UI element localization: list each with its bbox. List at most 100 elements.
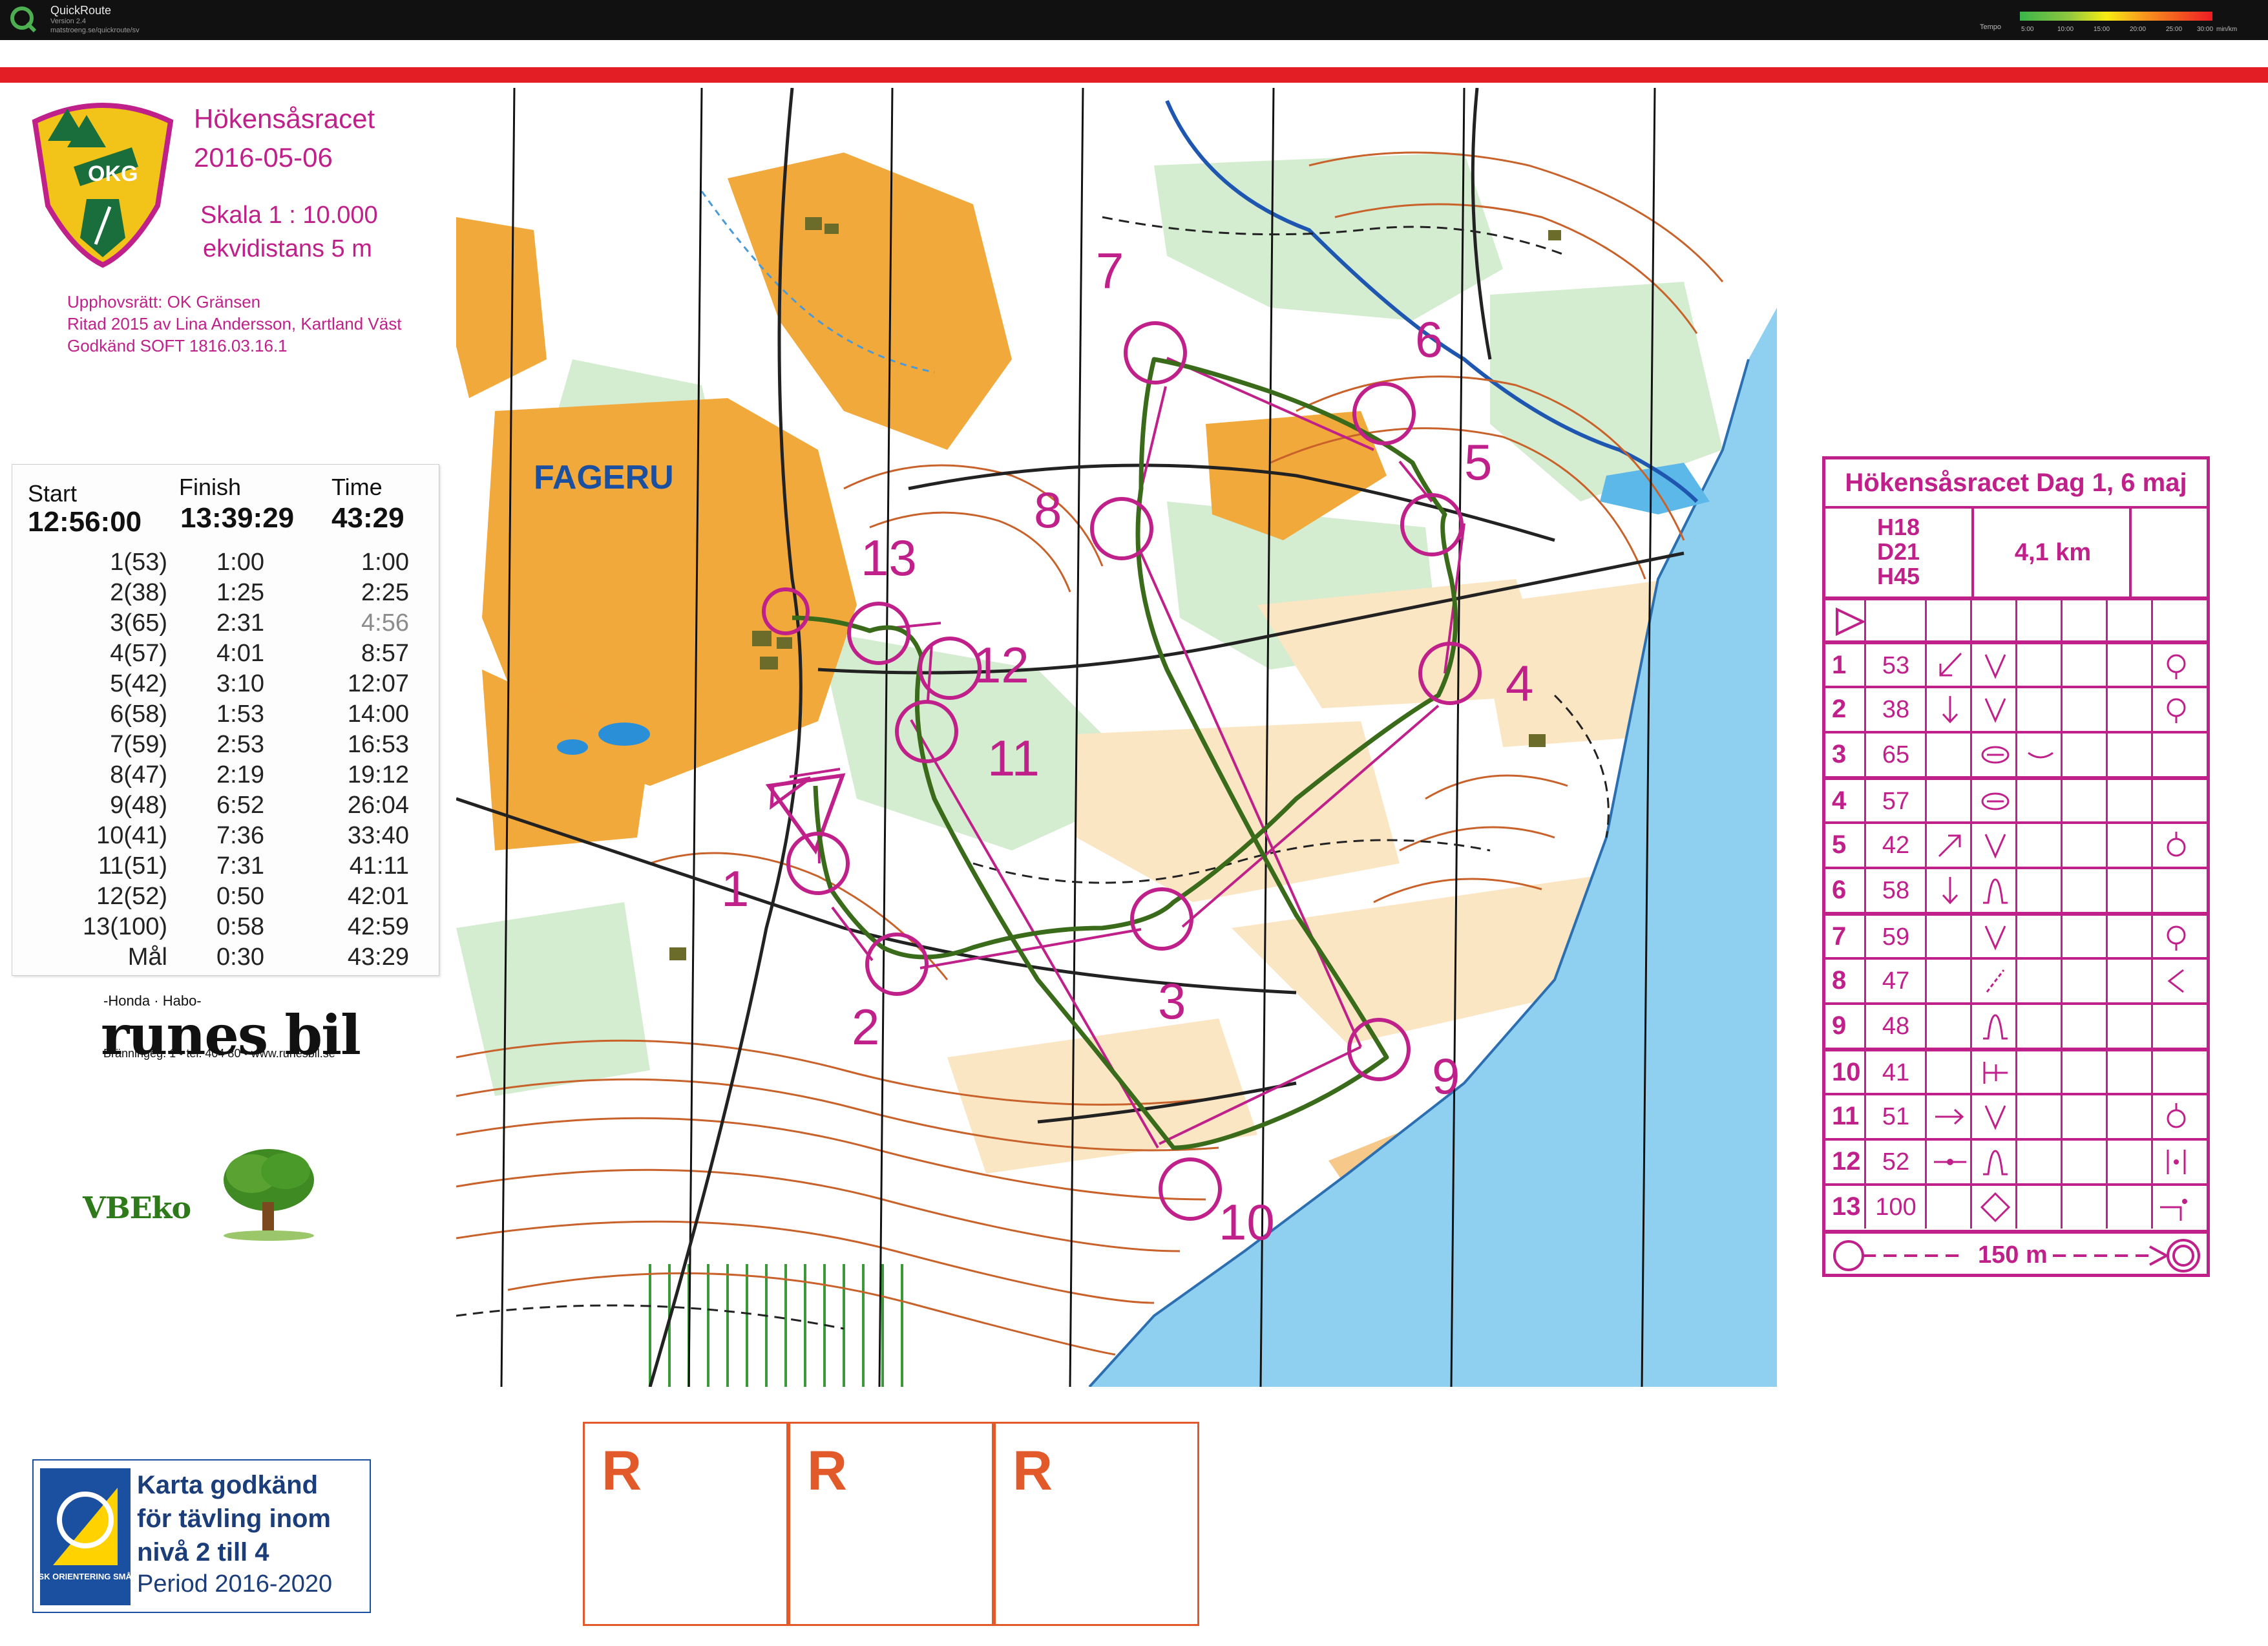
tempo-tick: 25:00 <box>2166 26 2183 33</box>
split-control: 3(65) <box>110 609 167 637</box>
control-number: 6 <box>1415 311 1443 368</box>
total-time: 43:29 <box>331 502 404 534</box>
split-total: 43:29 <box>347 944 409 971</box>
split-total: 4:56 <box>361 609 409 637</box>
orienteering-map[interactable]: FAGERU 1 2 3 4 5 6 7 8 9 10 11 12 13 <box>456 88 1777 1387</box>
direction-southwest-icon <box>1939 652 1962 677</box>
corner-icon <box>2167 969 2184 993</box>
split-control: 10(41) <box>96 822 167 849</box>
class-label: D21 <box>1876 538 1920 565</box>
corner-point-icon <box>2160 1199 2187 1221</box>
row-number: 7 <box>1832 922 1847 951</box>
split-row: 5(42) 3:10 12:07 <box>12 670 439 701</box>
split-total: 14:00 <box>347 701 409 728</box>
row-number: 8 <box>1832 966 1847 995</box>
map-top-border <box>0 67 2268 83</box>
gully-icon <box>1986 969 2005 993</box>
control-code: 41 <box>1882 1059 1910 1086</box>
tempo-tick: 10:00 <box>2057 26 2074 33</box>
split-row: 11(51) 7:31 41:11 <box>12 852 439 883</box>
control-number: 13 <box>861 529 917 586</box>
row-number: 9 <box>1832 1011 1847 1040</box>
control-code: 58 <box>1882 877 1910 904</box>
control-code: 52 <box>1882 1148 1910 1176</box>
control-number: 3 <box>1158 973 1186 1029</box>
credit-line: Upphovsrätt: OK Gränsen <box>67 292 261 311</box>
between-icon <box>1934 1159 1966 1165</box>
split-row: 10(41) 7:36 33:40 <box>12 822 439 853</box>
start-triangle-icon <box>1836 607 1866 637</box>
row-number: 5 <box>1832 830 1847 859</box>
split-row: 6(58) 1:53 14:00 <box>12 701 439 732</box>
control-number: 1 <box>721 860 749 917</box>
split-leg: 3:10 <box>216 670 264 697</box>
split-leg: 0:58 <box>216 913 264 940</box>
knoll-icon <box>1981 792 2010 810</box>
control-code: 53 <box>1882 652 1910 679</box>
tempo-tick: 5:00 <box>2021 26 2034 33</box>
finish-time: 13:39:29 <box>180 502 295 534</box>
control-code: 42 <box>1882 832 1910 859</box>
valley-icon <box>1984 834 2006 859</box>
control-number: 8 <box>1034 481 1062 538</box>
tempo-color-scale <box>2020 12 2212 21</box>
split-row: 4(57) 4:01 8:57 <box>12 640 439 671</box>
approval-line: Karta godkänd <box>137 1471 319 1499</box>
direction-east-icon <box>1935 1108 1964 1125</box>
split-row: 2(38) 1:25 2:25 <box>12 579 439 610</box>
svg-text:SVENSK ORIENTERING SMÅLAND: SVENSK ORIENTERING SMÅLAND <box>40 1572 131 1581</box>
split-total: 16:53 <box>347 731 409 758</box>
split-control: 12(52) <box>96 883 167 910</box>
split-leg: 1:53 <box>216 701 264 728</box>
punch-box: R <box>583 1422 788 1626</box>
control-number: 12 <box>973 637 1029 693</box>
credit-line: Ritad 2015 av Lina Andersson, Kartland V… <box>67 314 402 333</box>
control-flag-icon <box>2167 925 2186 951</box>
tempo-unit: min/km <box>2216 26 2238 33</box>
control-number: 5 <box>1464 434 1492 491</box>
grid-column-rule <box>1925 596 1927 1229</box>
map-scale: Skala 1 : 10.000 <box>200 202 378 229</box>
direction-south-icon <box>1942 877 1958 905</box>
split-row: 7(59) 2:53 16:53 <box>12 731 439 762</box>
start-time: 12:56:00 <box>28 506 142 538</box>
spur-icon <box>1983 878 2008 904</box>
control-code: 100 <box>1875 1194 1916 1221</box>
split-total: 1:00 <box>361 549 409 576</box>
row-number: 2 <box>1832 695 1847 723</box>
diamond-icon <box>1980 1192 2011 1223</box>
footer-distance: 150 m <box>1978 1241 2048 1269</box>
spur-icon <box>1983 1014 2008 1040</box>
row-number: 10 <box>1832 1058 1861 1086</box>
split-control: 6(58) <box>110 701 167 728</box>
tree-icon <box>224 1149 314 1241</box>
split-total: 26:04 <box>347 792 409 819</box>
description-classes: H18 D21 H45 <box>1825 509 1974 596</box>
finish-circle-icon <box>2053 1239 2200 1272</box>
grid-column-rule <box>2061 596 2063 1229</box>
punch-box: R <box>994 1422 1199 1626</box>
split-total: 33:40 <box>347 822 409 849</box>
control-code: 38 <box>1882 696 1910 723</box>
tempo-tick: 30:00 <box>2197 26 2214 33</box>
split-row: 3(65) 2:31 4:56 <box>12 609 439 640</box>
split-total: 12:07 <box>347 670 409 697</box>
credit-line: Godkänd SOFT 1816.03.16.1 <box>67 336 288 355</box>
control-flag-icon <box>2167 698 2186 723</box>
control-code: 65 <box>1882 741 1910 768</box>
course-length: 4,1 km <box>1977 509 2132 596</box>
split-leg: 1:00 <box>216 549 264 576</box>
description-title: Hökensåsracet Dag 1, 6 maj <box>1825 459 2207 509</box>
control-number: 4 <box>1506 655 1533 712</box>
knoll-icon <box>1981 746 2010 764</box>
row-number: 6 <box>1832 876 1847 904</box>
finish-label: Finish <box>179 474 242 500</box>
row-number: 1 <box>1832 651 1847 679</box>
map-credits: Upphovsrätt: OK Gränsen Ritad 2015 av Li… <box>67 291 401 357</box>
split-leg: 4:01 <box>216 640 264 667</box>
valley-icon <box>1984 925 2006 951</box>
map-area-label: FAGERU <box>534 459 674 496</box>
split-control: 7(59) <box>110 731 167 758</box>
split-row: 8(47) 2:19 19:12 <box>12 761 439 792</box>
split-leg: 6:52 <box>216 792 264 819</box>
